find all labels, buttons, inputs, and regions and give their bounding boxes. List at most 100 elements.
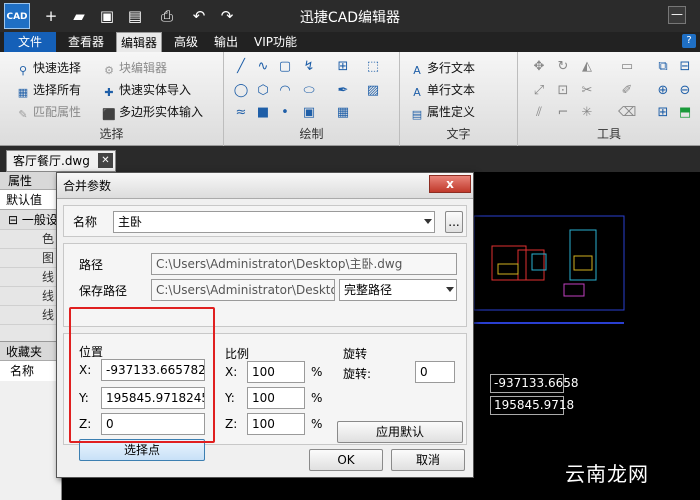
property-selector[interactable]: 默认值 [0,190,61,210]
tab-advanced[interactable]: 高级 [170,32,202,52]
rotation-input[interactable]: 0 [415,361,455,383]
ribbon: ⚲ 快速选择 ▦ 选择所有 ✎ 匹配属性 ⚙ 块编辑器 ✚ 快速实体导入 ⬛ 多边形实体输入… [0,52,700,146]
select-all-label: 选择所有 [33,83,82,97]
scale-label: 比例 [225,347,250,361]
block-editor-label: 块编辑器 [119,61,168,75]
save-path-mode-select[interactable]: 完整路径 [339,279,457,301]
wave-icon[interactable]: ≈ [232,104,250,122]
plus-icon: ✚ [104,86,114,99]
block-editor-button[interactable]: ⚙ 块编辑器 [102,58,167,78]
general-group-toggle[interactable]: ⊟ 一般设 [0,210,61,230]
rectangle-icon[interactable]: ▢ [276,58,294,76]
polygon-draw-icon[interactable]: ⬡ [254,82,272,100]
property-panel: 属性 默认值 ⊟ 一般设 色 图 线 线 线 收藏夹 名称 [0,172,62,500]
scale-x-input[interactable]: 100 [247,361,305,383]
title-bar: CAD + ▰ ▣ ▤ ⎙ ↶ ↷ 迅捷CAD编辑器 — [0,0,700,32]
chevron-down-icon [424,219,432,224]
offset-icon[interactable]: ⫽ [530,104,548,122]
hatch-icon[interactable]: ▨ [364,82,382,100]
draw-group-label: 绘制 [299,127,324,141]
rotate-icon[interactable]: ↻ [554,58,572,76]
browse-button[interactable]: ... [445,211,463,233]
table-icon[interactable]: ▦ [334,104,352,122]
tools-extra-icon[interactable]: ⊟ [676,58,694,76]
tab-output[interactable]: 输出 [210,32,242,52]
favorites-header[interactable]: 收藏夹 [0,341,61,361]
mirror-icon[interactable]: ◭ [578,58,596,76]
quick-select-button[interactable]: ⚲ 快速选择 [16,58,81,78]
close-tab-icon[interactable]: ✕ [98,153,113,168]
polyline-icon[interactable]: ∿ [254,58,272,76]
edit-icon[interactable]: ✐ [618,82,636,100]
point-icon[interactable]: • [276,104,294,122]
scale-z-unit: % [311,417,323,431]
pen-icon[interactable]: ✒ [334,82,352,100]
image-icon[interactable]: ▣ [300,104,318,122]
single-line-text-icon: A [413,86,421,99]
circle-icon[interactable]: ◯ [232,82,250,100]
layer-icon[interactable]: ▭ [618,58,636,76]
single-line-text-button[interactable]: A 单行文本 [410,80,475,100]
document-tab-label: 客厅餐厅.dwg [13,154,90,168]
file-menu[interactable]: 文件 [4,32,56,52]
insert-block-icon[interactable]: ⊞ [334,58,352,76]
property-row[interactable]: 线 [0,306,61,325]
cancel-button[interactable]: 取消 [391,449,465,471]
attribute-icon: ▤ [411,108,423,121]
export-icon[interactable]: ⬒ [676,104,694,122]
solid-square-icon[interactable]: ■ [254,104,272,122]
polygon-entity-input-button[interactable]: ⬛ 多边形实体输入 [102,102,203,122]
document-tab[interactable]: 客厅餐厅.dwg ✕ [6,150,116,172]
property-row[interactable]: 色 [0,230,61,249]
name-value: 主卧 [118,215,143,229]
scale-icon[interactable]: ⤢ [530,82,548,100]
match-properties-button[interactable]: ✎ 匹配属性 [16,102,81,122]
ribbon-group-draw: ╱ ∿ ▢ ↯ ⊞ ⬚ ◯ ⬡ ◠ ⬭ ✒ ▨ ≈ ■ • ▣ ▦ 绘制 [224,52,400,146]
ellipse-icon[interactable]: ⬭ [300,82,318,100]
ribbon-group-text: A 多行文本 A 单行文本 ▤ 属性定义 文字 [400,52,518,146]
scale-y-label: Y: [225,391,235,405]
dialog-close-button[interactable]: x [429,175,471,193]
move-icon[interactable]: ✥ [530,58,548,76]
tab-viewer[interactable]: 查看器 [64,32,108,52]
region-icon[interactable]: ⬚ [364,58,382,76]
ok-button[interactable]: OK [309,449,383,471]
arc-icon[interactable]: ◠ [276,82,294,100]
property-row[interactable]: 线 [0,268,61,287]
tab-vip[interactable]: VIP功能 [250,32,301,52]
line-icon[interactable]: ╱ [232,58,250,76]
ungroup-icon[interactable]: ⊖ [676,82,694,100]
coord-y-box: 195845.9718 [490,396,574,415]
array-icon[interactable]: ⊡ [554,82,572,100]
spline-icon[interactable]: ↯ [300,58,318,76]
help-icon[interactable]: ? [682,34,696,48]
group-icon[interactable]: ⊕ [654,82,672,100]
apply-default-button[interactable]: 应用默认 [337,421,463,443]
attribute-define-button[interactable]: ▤ 属性定义 [410,102,475,122]
path-field[interactable]: C:\Users\Administrator\Desktop\主卧.dwg [151,253,457,275]
fillet-icon[interactable]: ⌐ [554,104,572,122]
property-row[interactable]: 线 [0,287,61,306]
watermark: 云南龙网 [565,462,649,486]
scale-x-label: X: [225,365,238,379]
copy-icon[interactable]: ⧉ [654,58,672,76]
minimize-button[interactable]: — [668,6,686,24]
merge-icon[interactable]: ⊞ [654,104,672,122]
property-row[interactable]: 图 [0,249,61,268]
select-group-label: 选择 [99,127,124,141]
name-combobox[interactable]: 主卧 [113,211,435,233]
erase-icon[interactable]: ⌫ [618,104,636,122]
ribbon-group-select: ⚲ 快速选择 ▦ 选择所有 ✎ 匹配属性 ⚙ 块编辑器 ✚ 快速实体导入 ⬛ 多边形实体输入… [0,52,224,146]
scale-y-input[interactable]: 100 [247,387,305,409]
trim-icon[interactable]: ✂ [578,82,596,100]
save-path-field[interactable]: C:\Users\Administrator\Desktop\主卧 [151,279,335,301]
scale-z-input[interactable]: 100 [247,413,305,435]
select-all-button[interactable]: ▦ 选择所有 [16,80,81,100]
explode-icon[interactable]: ✳ [578,104,596,122]
tab-editor[interactable]: 编辑器 [116,32,163,52]
multiline-text-button[interactable]: A 多行文本 [410,58,475,78]
quick-entity-import-button[interactable]: ✚ 快速实体导入 [102,80,191,100]
filter-icon: ⚲ [18,64,28,77]
quick-select-label: 快速选择 [33,61,82,75]
property-spacer [0,325,61,341]
